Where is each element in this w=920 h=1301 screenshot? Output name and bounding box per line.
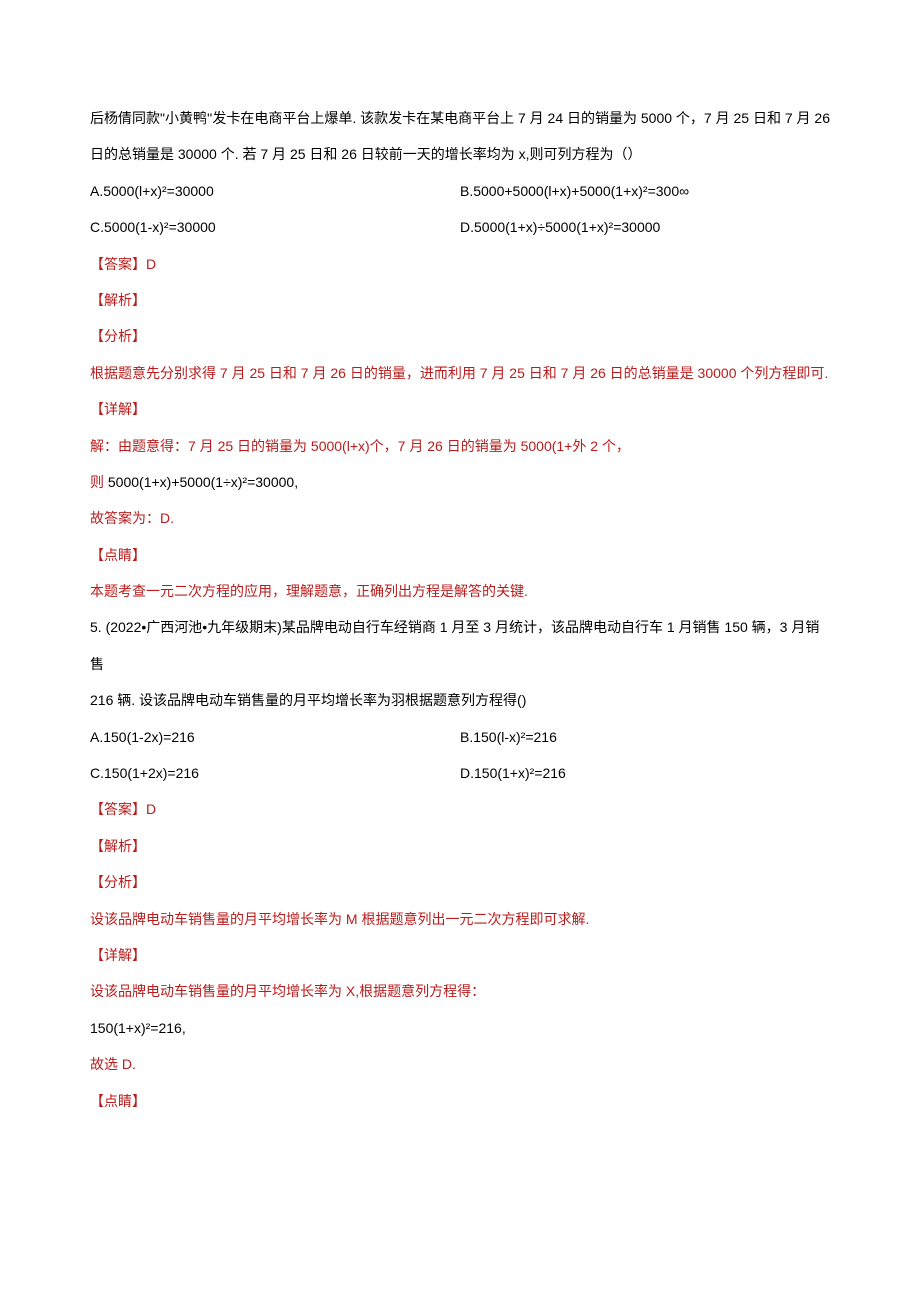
q4-dianjing-label: 【点睛】: [90, 537, 830, 573]
q5-option-a: A.150(1-2x)=216: [90, 719, 460, 755]
q4-dianjing-text: 本题考查一元二次方程的应用，理解题意，正确列出方程是解答的关键.: [90, 573, 830, 609]
q4-xiangjie-line2-prefix: 则: [90, 474, 104, 490]
q4-xiangjie-line2-formula: 5000(1+x)+5000(1÷x)²=30000,: [108, 474, 298, 490]
q5-fenxi-label: 【分析】: [90, 864, 830, 900]
q4-stem-line1: 后杨倩同款"小黄鸭''发卡在电商平台上爆单. 该款发卡在某电商平台上 7 月 2…: [90, 100, 830, 136]
q4-fenxi-text: 根据题意先分别求得 7 月 25 日和 7 月 26 日的销量，进而利用 7 月…: [90, 355, 830, 391]
q4-xiangjie-label: 【详解】: [90, 391, 830, 427]
q4-xiangjie-line1: 解：由题意得：7 月 25 日的销量为 5000(l+x)个，7 月 26 日的…: [90, 428, 830, 464]
q5-stem-line1: 5. (2022•广西河池•九年级期末)某品牌电动自行车经销商 1 月至 3 月…: [90, 609, 830, 682]
document-page: 后杨倩同款"小黄鸭''发卡在电商平台上爆单. 该款发卡在某电商平台上 7 月 2…: [0, 0, 920, 1301]
q4-option-b: B.5000+5000(l+x)+5000(1+x)²=300∞: [460, 173, 830, 209]
q5-xiangjie-line2: 150(1+x)²=216,: [90, 1010, 830, 1046]
q4-fenxi-label: 【分析】: [90, 318, 830, 354]
q4-xiangjie-line2: 则 5000(1+x)+5000(1÷x)²=30000,: [90, 464, 830, 500]
q4-options: A.5000(l+x)²=30000 B.5000+5000(l+x)+5000…: [90, 173, 830, 246]
q5-jiexi-label: 【解析】: [90, 828, 830, 864]
q5-option-c: C.150(1+2x)=216: [90, 755, 460, 791]
q5-options: A.150(1-2x)=216 B.150(l-x)²=216 C.150(1+…: [90, 719, 830, 792]
q4-jiexi-label: 【解析】: [90, 282, 830, 318]
q5-fenxi-text: 设该品牌电动车销售量的月平均增长率为 M 根据题意列出一元二次方程即可求解.: [90, 901, 830, 937]
q4-answer: 【答案】D: [90, 246, 830, 282]
q5-stem-line2: 216 辆. 设该品牌电动车销售量的月平均增长率为羽根据题意列方程得(): [90, 682, 830, 718]
q5-xiangjie-line3: 故选 D.: [90, 1046, 830, 1082]
q5-option-d: D.150(1+x)²=216: [460, 755, 830, 791]
q5-xiangjie-label: 【详解】: [90, 937, 830, 973]
q4-stem-line2: 日的总销量是 30000 个. 若 7 月 25 日和 26 日较前一天的增长率…: [90, 136, 830, 172]
q4-option-a: A.5000(l+x)²=30000: [90, 173, 460, 209]
q5-xiangjie-line1: 设该品牌电动车销售量的月平均增长率为 X,根据题意列方程得：: [90, 973, 830, 1009]
q4-xiangjie-line3: 故答案为：D.: [90, 500, 830, 536]
q4-option-c: C.5000(1-x)²=30000: [90, 209, 460, 245]
q5-dianjing-label: 【点睛】: [90, 1083, 830, 1119]
q5-option-b: B.150(l-x)²=216: [460, 719, 830, 755]
q5-answer: 【答案】D: [90, 791, 830, 827]
q4-option-d: D.5000(1+x)÷5000(1+x)²=30000: [460, 209, 830, 245]
